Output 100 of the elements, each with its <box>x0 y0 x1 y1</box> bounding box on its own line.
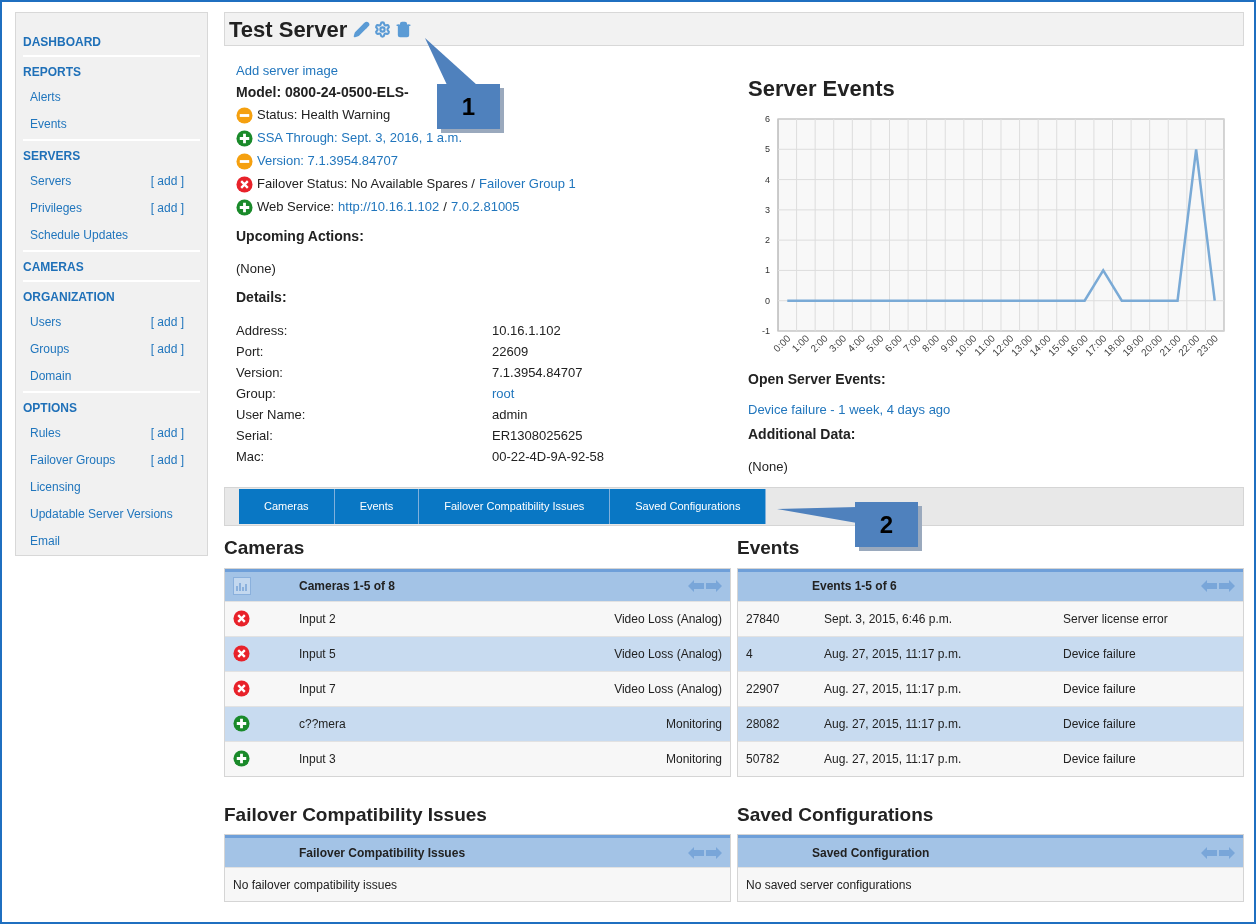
sidebar-item[interactable]: Users <box>30 312 62 331</box>
pager-arrows-icon[interactable] <box>688 580 722 592</box>
settings-icon[interactable] <box>374 20 392 38</box>
tab[interactable]: Failover Compatibility Issues <box>419 489 611 524</box>
y-tick-label: 5 <box>765 144 770 155</box>
add-link[interactable]: [ add ] <box>150 423 184 442</box>
detail-label: Mac: <box>236 447 266 466</box>
add-link[interactable]: [ add ] <box>150 312 184 331</box>
sidebar-item[interactable]: Alerts <box>30 87 61 106</box>
x-tick-label: 3:00 <box>826 332 849 355</box>
table-cell-text: Aug. 27, 2015, 11:17 p.m. <box>824 645 963 663</box>
tab[interactable]: Cameras <box>239 489 335 524</box>
empty-message: No failover compatibility issues <box>233 876 398 894</box>
cross-circle-icon <box>233 680 250 697</box>
sidebar-item[interactable]: Privileges <box>30 198 83 217</box>
sidebar-item[interactable]: Rules <box>30 423 61 442</box>
sidebar-item[interactable]: Failover Groups <box>30 450 116 469</box>
status-link[interactable]: 7.0.2.81005 <box>450 197 520 217</box>
table-cell-text: Input 3 <box>299 750 337 768</box>
y-tick-label: 3 <box>765 204 770 215</box>
table-title: Cameras 1-5 of 8 <box>299 578 397 595</box>
empty-message: No saved server configurations <box>746 876 912 894</box>
trash-icon[interactable] <box>395 20 413 38</box>
pager-arrows-icon[interactable] <box>688 846 722 859</box>
detail-label: Serial: <box>236 426 274 445</box>
section-title: Server Events <box>748 75 896 103</box>
sidebar-item[interactable]: Updatable Server Versions <box>30 504 173 523</box>
table-cell-text: Aug. 27, 2015, 11:17 p.m. <box>824 715 963 733</box>
pager-arrows-icon[interactable] <box>1201 580 1235 592</box>
status-link[interactable]: Version: 7.1.3954.84707 <box>257 151 398 171</box>
y-tick-label: 1 <box>765 265 770 276</box>
add-link[interactable]: [ add ] <box>150 198 184 217</box>
add-image-link[interactable]: Add server image <box>236 62 735 80</box>
table-cell-text: 50782 <box>746 750 781 768</box>
table-row[interactable]: Input 5 Video Loss (Analog) <box>225 635 730 671</box>
table-cell-text: 22907 <box>746 680 781 698</box>
sidebar-item[interactable]: Licensing <box>30 477 81 496</box>
y-tick-label: -1 <box>762 326 770 336</box>
add-link[interactable]: [ add ] <box>150 171 184 190</box>
table-row[interactable]: Input 7 Video Loss (Analog) <box>225 670 730 706</box>
plus-circle-icon <box>236 129 253 147</box>
detail-value: 22609 <box>492 342 530 361</box>
add-link[interactable]: [ add ] <box>150 339 184 358</box>
detail-label: Version: <box>236 363 284 382</box>
table-cell-text: Device failure <box>1063 715 1136 733</box>
cross-circle-icon <box>233 610 250 627</box>
sidebar-item[interactable]: Schedule Updates <box>30 225 129 244</box>
bar-chart-icon[interactable] <box>233 577 251 595</box>
table-cell-text: Aug. 27, 2015, 11:17 p.m. <box>824 680 963 698</box>
table-cell-text: Video Loss (Analog) <box>614 610 722 628</box>
tab[interactable]: Saved Configurations <box>610 489 767 524</box>
status-link[interactable]: Failover Group 1 <box>479 174 576 194</box>
cross-circle-icon <box>236 175 253 193</box>
status-text: Failover Status: No Available Spares / <box>257 175 475 194</box>
table-row[interactable]: 22907 Aug. 27, 2015, 11:17 p.m. Device failure <box>738 670 1243 706</box>
sidebar-item[interactable]: Email <box>30 531 60 550</box>
section-heading: Open Server Events: <box>748 370 887 389</box>
detail-label: Group: <box>236 384 277 403</box>
add-link[interactable]: [ add ] <box>150 450 184 469</box>
section-title: Saved Configurations <box>737 802 935 827</box>
status-link[interactable]: SSA Through: Sept. 3, 2016, 1 a.m. <box>257 128 462 148</box>
cross-circle-icon <box>233 645 250 662</box>
section-title: Failover Compatibility Issues <box>224 802 488 827</box>
y-tick-label: 0 <box>765 295 770 306</box>
status-link[interactable]: http://10.16.1.102 <box>338 197 440 217</box>
section-heading: Additional Data: <box>748 424 857 444</box>
table-row[interactable]: Input 2 Video Loss (Analog) <box>225 600 730 636</box>
detail-link[interactable]: root <box>492 382 735 404</box>
sidebar-item[interactable]: Groups <box>30 339 70 358</box>
pager-arrows-icon[interactable] <box>1201 846 1235 859</box>
sidebar-heading[interactable]: DASHBOARD <box>23 31 200 53</box>
table-cell-text: 27840 <box>746 610 781 628</box>
y-tick-label: 2 <box>765 235 770 246</box>
open-event-link[interactable]: Device failure - 1 week, 4 days ago <box>748 400 1244 420</box>
table-row[interactable]: Input 3 Monitoring <box>225 740 730 776</box>
table-row[interactable]: 4 Aug. 27, 2015, 11:17 p.m. Device failure <box>738 635 1243 671</box>
section-heading: Upcoming Actions: <box>236 227 365 246</box>
sidebar-item[interactable]: Events <box>30 114 67 133</box>
sidebar-heading[interactable]: ORGANIZATION <box>23 286 200 308</box>
table-title: Saved Configuration <box>812 844 931 862</box>
sidebar-item[interactable]: Domain <box>30 366 72 385</box>
table-cell-text: Input 5 <box>299 645 337 663</box>
sidebar-heading[interactable]: SERVERS <box>23 145 200 167</box>
table-row[interactable]: c??mera Monitoring <box>225 705 730 741</box>
table-cell-text: 28082 <box>746 715 781 733</box>
sidebar-item[interactable]: Servers <box>30 171 72 190</box>
tab[interactable]: Events <box>334 489 420 524</box>
edit-icon[interactable] <box>353 20 371 38</box>
sidebar-heading[interactable]: OPTIONS <box>23 397 200 419</box>
sidebar-heading[interactable]: REPORTS <box>23 61 200 83</box>
table-row[interactable]: 27840 Sept. 3, 2015, 6:46 p.m. Server license error <box>738 600 1243 636</box>
detail-value: admin <box>492 405 529 424</box>
table-cell-text: Device failure <box>1063 750 1136 768</box>
table-row[interactable]: 28082 Aug. 27, 2015, 11:17 p.m. Device failure <box>738 705 1243 741</box>
status-text: Web Service: <box>257 198 335 217</box>
sidebar-heading[interactable]: CAMERAS <box>23 256 200 278</box>
upcoming-value: (None) <box>236 260 277 278</box>
table-cell-text: Video Loss (Analog) <box>614 680 722 698</box>
table-row[interactable]: 50782 Aug. 27, 2015, 11:17 p.m. Device failure <box>738 740 1243 776</box>
table-title: Failover Compatibility Issues <box>299 844 467 862</box>
